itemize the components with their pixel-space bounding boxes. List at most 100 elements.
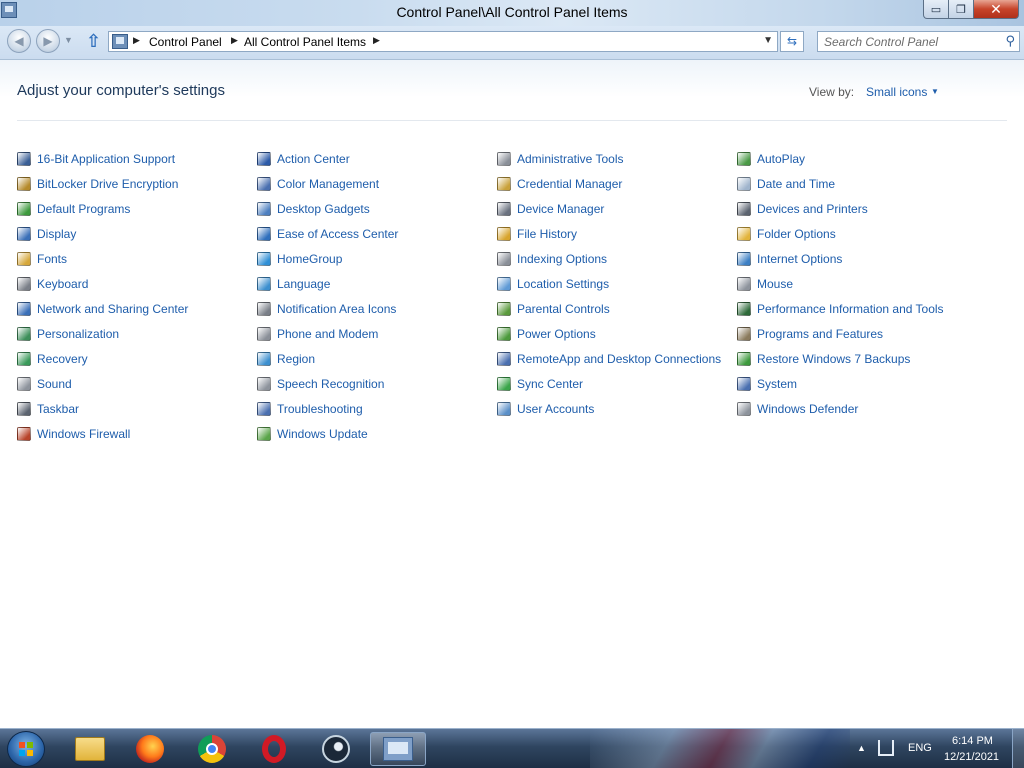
control-panel-item[interactable]: File History — [497, 221, 737, 246]
control-panel-item[interactable]: Keyboard — [17, 271, 257, 296]
control-panel-item[interactable]: 16-Bit Application Support — [17, 146, 257, 171]
clock-date[interactable]: 12/21/2021 — [944, 751, 999, 763]
taskbar-firefox[interactable] — [122, 732, 178, 766]
search-icon[interactable]: ⚲ — [1005, 33, 1015, 49]
refresh-button[interactable]: ⇆ — [780, 31, 804, 52]
folder-icon — [737, 226, 751, 241]
show-desktop-button[interactable] — [1012, 729, 1024, 768]
phone-icon — [257, 326, 271, 341]
minimize-button[interactable]: ▭ — [923, 0, 949, 19]
start-button[interactable] — [7, 731, 45, 767]
control-panel-item[interactable]: Language — [257, 271, 497, 296]
chrome-icon — [198, 735, 226, 763]
window-title: Control Panel\All Control Panel Items — [396, 4, 628, 20]
power-icon — [497, 326, 511, 341]
control-panel-item[interactable]: Sync Center — [497, 371, 737, 396]
control-panel-item[interactable]: Windows Firewall — [17, 421, 257, 446]
control-panel-item[interactable]: System — [737, 371, 1024, 396]
taskbar-explorer[interactable] — [62, 732, 118, 766]
control-panel-item[interactable]: Speech Recognition — [257, 371, 497, 396]
address-dropdown-icon[interactable]: ▼ — [763, 35, 773, 46]
homegroup-icon — [257, 251, 271, 266]
up-arrow-icon[interactable]: ⇧ — [86, 31, 101, 52]
close-button[interactable]: ✕ — [973, 0, 1019, 19]
keyboard-icon — [17, 276, 31, 291]
control-panel-item[interactable]: Phone and Modem — [257, 321, 497, 346]
language-indicator[interactable]: ENG — [908, 742, 932, 754]
control-panel-item[interactable]: Troubleshooting — [257, 396, 497, 421]
control-panel-item-label: Administrative Tools — [517, 151, 624, 166]
control-panel-item[interactable]: Power Options — [497, 321, 737, 346]
search-input[interactable] — [824, 34, 994, 49]
control-panel-item[interactable]: Restore Windows 7 Backups — [737, 346, 1024, 371]
control-panel-item[interactable]: Taskbar — [17, 396, 257, 421]
control-panel-item[interactable]: AutoPlay — [737, 146, 1024, 171]
control-panel-item[interactable]: Performance Information and Tools — [737, 296, 1024, 321]
steam-icon — [322, 735, 350, 763]
control-panel-item[interactable]: Notification Area Icons — [257, 296, 497, 321]
programs-icon — [737, 326, 751, 341]
control-panel-item-label: System — [757, 376, 798, 391]
control-panel-item[interactable]: HomeGroup — [257, 246, 497, 271]
control-panel-item[interactable]: Color Management — [257, 171, 497, 196]
control-panel-item[interactable]: Region — [257, 346, 497, 371]
control-panel-item[interactable]: Mouse — [737, 271, 1024, 296]
recent-pages-dropdown[interactable]: ▼ — [64, 35, 73, 45]
control-panel-item[interactable]: Action Center — [257, 146, 497, 171]
control-panel-item[interactable]: RemoteApp and Desktop Connections — [497, 346, 737, 371]
back-button[interactable]: ◀ — [7, 29, 31, 53]
breadcrumb-arrow-icon[interactable]: ▶ — [133, 35, 140, 46]
windows-logo-icon — [19, 742, 33, 756]
control-panel-item-label: Color Management — [277, 176, 380, 191]
forward-button[interactable]: ▶ — [36, 29, 60, 53]
control-panel-item[interactable]: Desktop Gadgets — [257, 196, 497, 221]
control-panel-item[interactable]: Sound — [17, 371, 257, 396]
control-panel-item[interactable]: User Accounts — [497, 396, 737, 421]
control-panel-item[interactable]: Location Settings — [497, 271, 737, 296]
control-panel-item[interactable]: BitLocker Drive Encryption — [17, 171, 257, 196]
view-by-dropdown[interactable]: Small icons — [866, 85, 927, 99]
breadcrumb-all-items[interactable]: All Control Panel Items — [244, 35, 366, 49]
control-panel-item[interactable]: Device Manager — [497, 196, 737, 221]
control-panel-item[interactable]: Date and Time — [737, 171, 1024, 196]
control-panel-item[interactable]: Windows Defender — [737, 396, 1024, 421]
control-panel-item-label: Power Options — [517, 326, 596, 341]
control-panel-item[interactable]: Recovery — [17, 346, 257, 371]
chevron-down-icon[interactable]: ▼ — [931, 87, 939, 96]
internet-options-icon — [737, 251, 751, 266]
taskbar-control-panel[interactable] — [370, 732, 426, 766]
taskbar-opera[interactable] — [246, 732, 302, 766]
taskbar-steam[interactable] — [308, 732, 364, 766]
control-panel-item[interactable]: Default Programs — [17, 196, 257, 221]
region-icon — [257, 351, 271, 366]
search-box[interactable]: ⚲ — [817, 31, 1020, 52]
personalization-icon — [17, 326, 31, 341]
control-panel-item[interactable]: Fonts — [17, 246, 257, 271]
system-icon — [737, 376, 751, 391]
control-panel-item[interactable]: Windows Update — [257, 421, 497, 446]
control-panel-item[interactable]: Indexing Options — [497, 246, 737, 271]
control-panel-item[interactable]: Folder Options — [737, 221, 1024, 246]
network-tray-icon[interactable] — [878, 740, 894, 756]
control-panel-item[interactable]: Personalization — [17, 321, 257, 346]
control-panel-item-label: Network and Sharing Center — [37, 301, 189, 316]
clock-time[interactable]: 6:14 PM — [952, 735, 993, 747]
control-panel-item[interactable]: Programs and Features — [737, 321, 1024, 346]
control-panel-item[interactable]: Parental Controls — [497, 296, 737, 321]
control-panel-item[interactable]: Network and Sharing Center — [17, 296, 257, 321]
taskbar-chrome[interactable] — [184, 732, 240, 766]
control-panel-item[interactable]: Administrative Tools — [497, 146, 737, 171]
control-panel-item[interactable]: Display — [17, 221, 257, 246]
microphone-icon — [257, 376, 271, 391]
breadcrumb-arrow-icon[interactable]: ▶ — [231, 35, 238, 46]
control-panel-item-label: Recovery — [37, 351, 88, 366]
breadcrumb-arrow-icon[interactable]: ▶ — [373, 35, 380, 46]
address-bar[interactable]: ▶ Control Panel ▶ All Control Panel Item… — [108, 31, 778, 52]
control-panel-item[interactable]: Credential Manager — [497, 171, 737, 196]
show-hidden-icons-icon[interactable]: ▲ — [857, 743, 866, 753]
control-panel-item[interactable]: Ease of Access Center — [257, 221, 497, 246]
control-panel-item[interactable]: Internet Options — [737, 246, 1024, 271]
control-panel-item[interactable]: Devices and Printers — [737, 196, 1024, 221]
maximize-button[interactable]: ❐ — [948, 0, 974, 19]
breadcrumb-control-panel[interactable]: Control Panel — [149, 35, 222, 49]
